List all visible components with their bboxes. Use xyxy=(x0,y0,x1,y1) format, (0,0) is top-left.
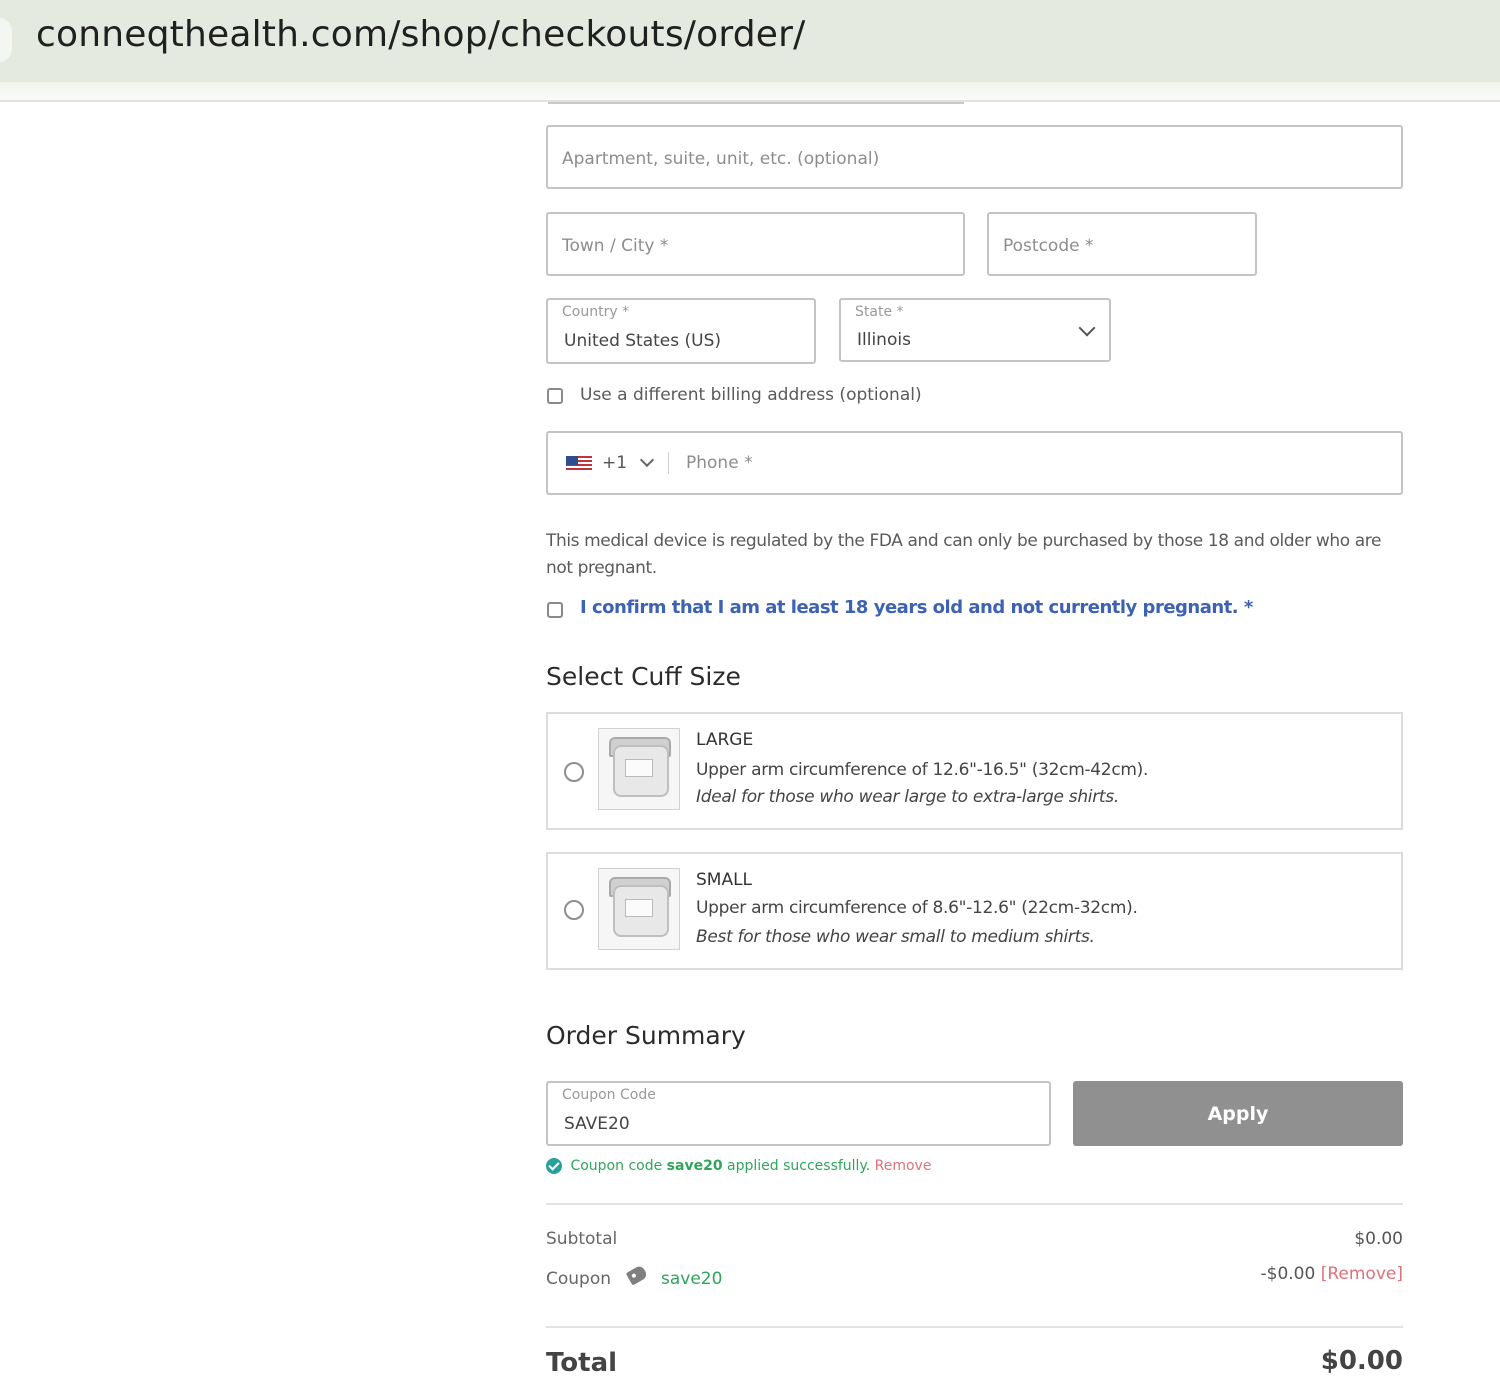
state-value: Illinois xyxy=(857,330,911,350)
success-remove-link[interactable]: Remove xyxy=(875,1158,932,1174)
cuff-small-image xyxy=(598,868,680,950)
coupon-success-message: Coupon code save20 applied successfully.… xyxy=(546,1158,931,1178)
phone-country-code[interactable]: +1 xyxy=(602,453,627,473)
summary-divider-bottom xyxy=(546,1326,1403,1328)
order-summary-heading: Order Summary xyxy=(546,1021,746,1050)
cuff-large-description: Upper arm circumference of 12.6"-16.5" (… xyxy=(696,760,1149,780)
cuff-option-small[interactable]: SMALL Upper arm circumference of 8.6"-12… xyxy=(546,852,1403,970)
state-label: State * xyxy=(855,304,904,320)
success-code: save20 xyxy=(666,1158,723,1174)
summary-divider-top xyxy=(546,1203,1403,1205)
coupon-label: Coupon Code xyxy=(562,1087,656,1103)
cuff-small-title: SMALL xyxy=(696,870,753,890)
cuff-size-heading: Select Cuff Size xyxy=(546,662,741,691)
country-value: United States (US) xyxy=(564,331,722,351)
coupon-row-code: save20 xyxy=(661,1269,723,1289)
state-select[interactable]: State * Illinois xyxy=(839,298,1111,362)
apartment-field[interactable]: Apartment, suite, unit, etc. (optional) xyxy=(546,125,1403,189)
phone-placeholder: Phone * xyxy=(686,453,753,473)
phone-field[interactable] xyxy=(546,431,1403,495)
url-text[interactable]: conneqthealth.com/shop/checkouts/order/ xyxy=(36,14,805,55)
age-confirm-checkbox[interactable] xyxy=(547,602,563,618)
country-field[interactable]: Country * United States (US) xyxy=(546,298,816,364)
coupon-discount: -$0.00 [Remove] xyxy=(1261,1264,1403,1284)
billing-address-label: Use a different billing address (optiona… xyxy=(580,385,922,405)
total-value: $0.00 xyxy=(1320,1346,1403,1376)
coupon-row-value: -$0.00 xyxy=(1260,1264,1316,1284)
cuff-small-radio[interactable] xyxy=(564,900,584,920)
cuff-option-large[interactable]: LARGE Upper arm circumference of 12.6"-1… xyxy=(546,712,1403,830)
phone-separator xyxy=(668,452,669,474)
check-circle-icon xyxy=(546,1158,562,1174)
apply-coupon-button[interactable]: Apply xyxy=(1073,1081,1403,1146)
apartment-placeholder: Apartment, suite, unit, etc. (optional) xyxy=(562,149,880,169)
coupon-row-remove[interactable]: [Remove] xyxy=(1321,1264,1403,1284)
city-placeholder: Town / City * xyxy=(562,236,669,256)
browser-address-bar[interactable]: conneqthealth.com/shop/checkouts/order/ xyxy=(0,0,1500,82)
cuff-screen-shape xyxy=(625,759,653,777)
billing-address-checkbox[interactable] xyxy=(547,388,563,404)
cuff-small-note: Best for those who wear small to medium … xyxy=(696,927,1095,947)
postcode-field[interactable]: Postcode * xyxy=(987,212,1257,276)
coupon-row-label: Coupon xyxy=(546,1269,612,1289)
age-confirm-label[interactable]: I confirm that I am at least 18 years ol… xyxy=(580,597,1253,618)
coupon-input[interactable]: Coupon Code SAVE20 xyxy=(546,1081,1051,1146)
cuff-screen-shape xyxy=(625,899,653,917)
cuff-large-radio[interactable] xyxy=(564,762,584,782)
fda-notice: This medical device is regulated by the … xyxy=(546,531,1382,578)
cuff-large-title: LARGE xyxy=(696,730,754,750)
country-label: Country * xyxy=(562,304,630,320)
cuff-small-description: Upper arm circumference of 8.6"-12.6" (2… xyxy=(696,898,1138,918)
success-prefix: Coupon code xyxy=(570,1158,663,1174)
cuff-large-image xyxy=(598,728,680,810)
tag-icon xyxy=(625,1264,649,1286)
success-suffix: applied successfully. xyxy=(727,1158,871,1174)
coupon-value: SAVE20 xyxy=(564,1114,630,1134)
total-label: Total xyxy=(546,1348,618,1378)
street-address-field-partial[interactable] xyxy=(548,98,964,104)
chevron-down-icon xyxy=(1078,319,1096,337)
city-field[interactable]: Town / City * xyxy=(546,212,965,276)
subtotal-value: $0.00 xyxy=(1354,1229,1403,1249)
address-bar-left-edge xyxy=(0,18,12,62)
cuff-large-note: Ideal for those who wear large to extra-… xyxy=(696,787,1119,807)
subtotal-label: Subtotal xyxy=(546,1229,618,1249)
postcode-placeholder: Postcode * xyxy=(1003,236,1094,256)
us-flag-icon[interactable] xyxy=(566,456,592,472)
